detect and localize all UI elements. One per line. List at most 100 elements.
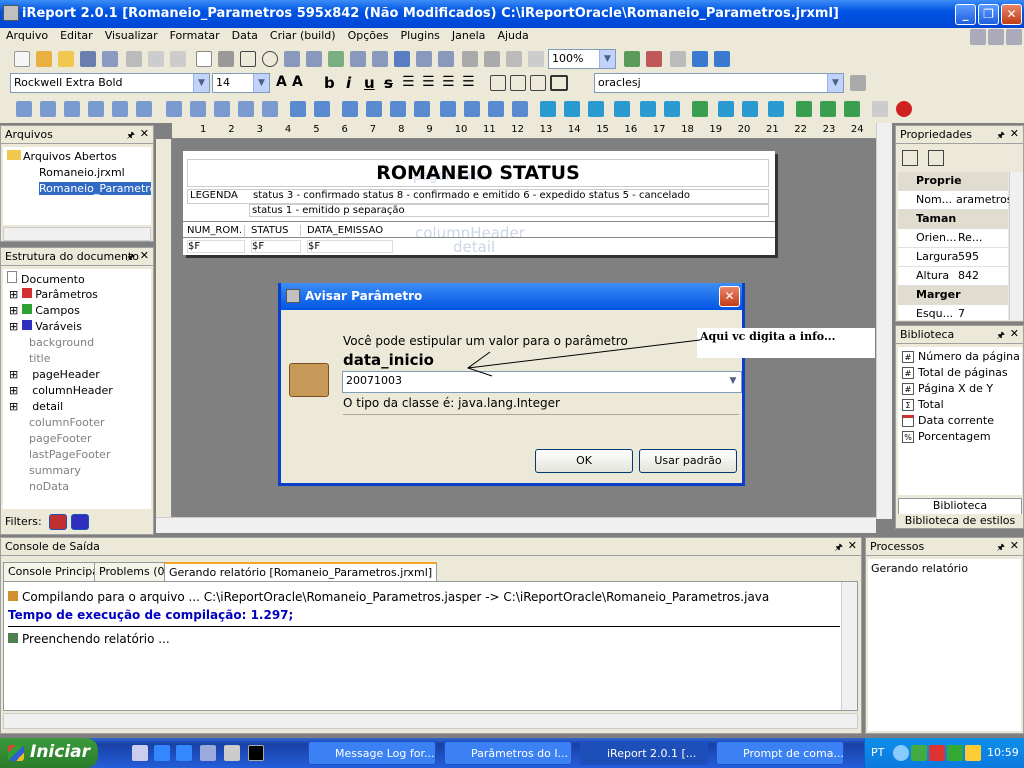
- chevron-down-icon[interactable]: ▼: [253, 74, 269, 92]
- band-icon[interactable]: [462, 51, 478, 67]
- chart-icon[interactable]: [394, 51, 410, 67]
- border-icon[interactable]: [550, 75, 568, 91]
- close-icon[interactable]: ✕: [1010, 539, 1019, 552]
- ok-button[interactable]: OK: [535, 449, 633, 473]
- size-icon[interactable]: [640, 101, 656, 117]
- legend-line2[interactable]: status 1 - emitido p separação: [249, 204, 769, 217]
- size-icon[interactable]: [540, 101, 556, 117]
- center-icon[interactable]: [844, 101, 860, 117]
- tray-icon[interactable]: [929, 745, 945, 761]
- spacing-icon[interactable]: [464, 101, 480, 117]
- strike-icon[interactable]: s: [384, 74, 393, 92]
- tree-item-campos[interactable]: ⊞ Campos: [7, 303, 147, 319]
- lib-item-total[interactable]: Σ Total: [902, 397, 1018, 413]
- vertical-scrollbar[interactable]: [841, 582, 857, 710]
- zoom-out-icon[interactable]: [646, 51, 662, 67]
- cut-icon[interactable]: [126, 51, 142, 67]
- legend-label[interactable]: LEGENDA: [190, 190, 238, 201]
- minimize-button[interactable]: _: [955, 4, 976, 25]
- tree-item-nodata[interactable]: noData: [7, 479, 147, 495]
- tree-item-lastpagefooter[interactable]: lastPageFooter: [7, 447, 147, 463]
- barcode-icon[interactable]: [416, 51, 432, 67]
- tree-root[interactable]: Arquivos Abertos: [7, 149, 147, 165]
- tree-item-pageheader[interactable]: ⊞ pageHeader: [7, 367, 147, 383]
- lib-item-page-number[interactable]: # Número da página: [902, 349, 1020, 365]
- menu-arquivo[interactable]: Arquivo: [0, 28, 54, 43]
- lib-item-percentage[interactable]: % Porcentagem: [902, 429, 1018, 445]
- connection-select[interactable]: oraclesj ▼: [594, 73, 844, 93]
- align-icon[interactable]: [166, 101, 182, 117]
- tree-item-background[interactable]: background: [7, 335, 147, 351]
- pin-icon[interactable]: 🖈: [997, 328, 1005, 344]
- close-icon[interactable]: ✕: [1010, 127, 1019, 140]
- tray-icon[interactable]: [893, 745, 909, 761]
- bold-icon[interactable]: b: [324, 74, 335, 92]
- close-icon[interactable]: ✕: [140, 249, 149, 262]
- horizontal-scrollbar[interactable]: [3, 713, 858, 729]
- task-message-log[interactable]: Message Log for...: [308, 741, 436, 765]
- vertical-scrollbar[interactable]: [1009, 172, 1023, 320]
- size-icon[interactable]: [614, 101, 630, 117]
- tree-item-detail[interactable]: ⊞ detail: [7, 399, 147, 415]
- ie-icon[interactable]: [154, 745, 170, 761]
- align-icon[interactable]: [64, 101, 80, 117]
- menu-visualizar[interactable]: Visualizar: [99, 28, 164, 43]
- text-field-icon[interactable]: [306, 51, 322, 67]
- tab-gerando[interactable]: Gerando relatório [Romaneio_Parametros.j…: [164, 562, 438, 581]
- spacing-icon[interactable]: [290, 101, 306, 117]
- lib-item-total-pages[interactable]: # Total de páginas: [902, 365, 1018, 381]
- prop-section-margens[interactable]: Marger: [898, 286, 1008, 305]
- save-all-icon[interactable]: [102, 51, 118, 67]
- horizontal-scrollbar[interactable]: [3, 227, 151, 241]
- task-ireport[interactable]: iReport 2.0.1 [...: [580, 741, 708, 765]
- chevron-down-icon[interactable]: ▼: [599, 50, 615, 68]
- align-icon[interactable]: [112, 101, 128, 117]
- prop-row-height[interactable]: Altura 842: [898, 267, 1008, 286]
- layout-icon[interactable]: [970, 29, 986, 45]
- align-icon[interactable]: [190, 101, 206, 117]
- field-numrom[interactable]: $F: [187, 240, 245, 253]
- prop-section-tamanho[interactable]: Taman: [898, 210, 1008, 229]
- menu-ajuda[interactable]: Ajuda: [491, 28, 534, 43]
- tab-biblioteca[interactable]: Biblioteca: [898, 498, 1022, 514]
- lib-item-page-x-of-y[interactable]: # Página X de Y: [902, 381, 1018, 397]
- size-icon[interactable]: [564, 101, 580, 117]
- col-header-status[interactable]: STATUS: [251, 225, 301, 236]
- prop-row-orientation[interactable]: Orien... Re...: [898, 229, 1008, 248]
- save-icon[interactable]: [80, 51, 96, 67]
- valign-bottom-icon[interactable]: [530, 75, 546, 91]
- spacing-icon[interactable]: [488, 101, 504, 117]
- center-icon[interactable]: [718, 101, 734, 117]
- close-icon[interactable]: ✕: [140, 127, 149, 140]
- prop-row-left[interactable]: Esqu... 7: [898, 305, 1008, 320]
- align-icon[interactable]: [238, 101, 254, 117]
- open-icon[interactable]: [58, 51, 74, 67]
- filter-icon[interactable]: [70, 514, 89, 530]
- static-text-icon[interactable]: [284, 51, 300, 67]
- pin-icon[interactable]: 🖈: [127, 250, 135, 266]
- spacing-icon[interactable]: [414, 101, 430, 117]
- quicklaunch-icon[interactable]: [224, 745, 240, 761]
- justify-icon[interactable]: ☰: [462, 74, 475, 90]
- menu-data[interactable]: Data: [226, 28, 264, 43]
- center-icon[interactable]: [820, 101, 836, 117]
- quicklaunch-icon[interactable]: [132, 745, 148, 761]
- rectangle-icon[interactable]: [240, 51, 256, 67]
- layout-icon[interactable]: [988, 29, 1004, 45]
- filter-icon[interactable]: [49, 514, 68, 530]
- chevron-down-icon[interactable]: ▼: [193, 74, 209, 92]
- center-icon[interactable]: [768, 101, 784, 117]
- pointer-icon[interactable]: [196, 51, 212, 67]
- chevron-down-icon[interactable]: ▼: [827, 74, 843, 92]
- font-select[interactable]: Rockwell Extra Bold ▼: [10, 73, 210, 93]
- align-left-icon[interactable]: ☰: [402, 74, 415, 90]
- categorized-icon[interactable]: [902, 150, 918, 166]
- center-icon[interactable]: [742, 101, 758, 117]
- tree-item-columnheader[interactable]: ⊞ columnHeader: [7, 383, 147, 399]
- task-parametros[interactable]: Parâmetros do I...: [444, 741, 572, 765]
- quicklaunch-icon[interactable]: [200, 745, 216, 761]
- run-icon[interactable]: [692, 51, 708, 67]
- file-item-selected[interactable]: Romaneio_Parametros.jrxml: [7, 181, 151, 197]
- field-status[interactable]: $F: [251, 240, 301, 253]
- restore-button[interactable]: ❐: [978, 4, 999, 25]
